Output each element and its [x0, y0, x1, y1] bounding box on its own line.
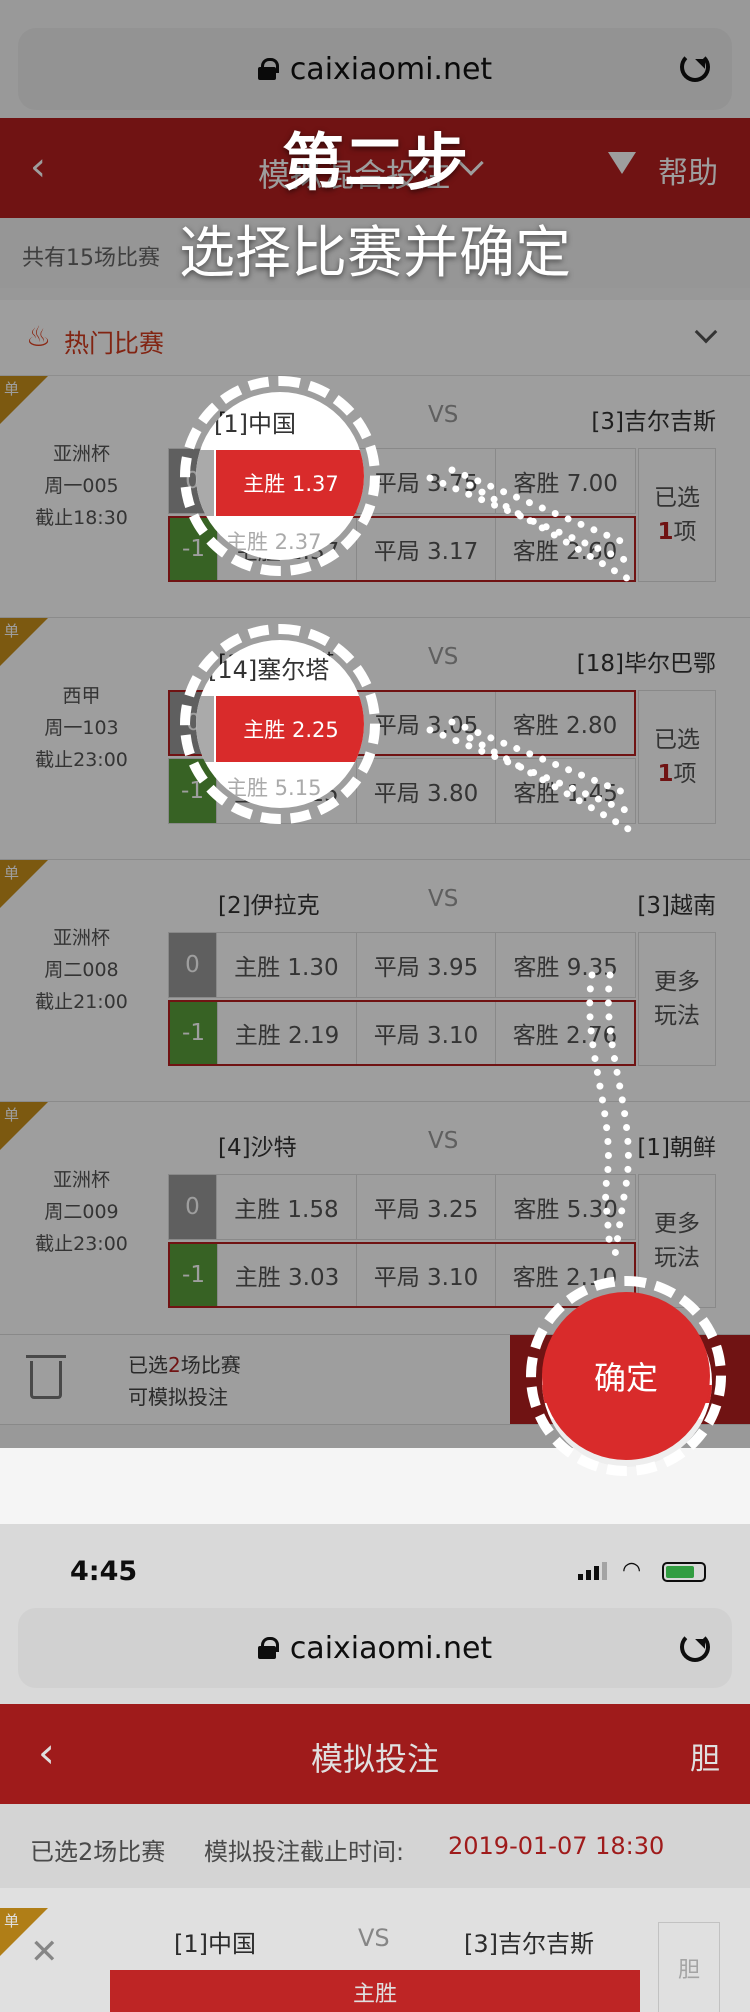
battery-icon: [662, 1562, 706, 1582]
remove-icon[interactable]: ✕: [30, 1932, 59, 1972]
status-time: 4:45: [70, 1556, 138, 1587]
banker-link[interactable]: 胆: [690, 1734, 720, 1778]
confirm-ring: [526, 1276, 726, 1476]
dotted-arrows: [426, 466, 634, 1259]
signal-icon: [578, 1562, 612, 1580]
browser-top: 4:45 ◠ caixiaomi.net: [0, 1524, 750, 1704]
url-text: caixiaomi.net: [289, 1630, 493, 1666]
pick-home[interactable]: 主胜: [110, 1970, 640, 2012]
selected-count-text: 已选2场比赛: [30, 1838, 166, 1866]
deadline-value: 2019-01-07 18:30: [448, 1832, 665, 1860]
url-bar[interactable]: caixiaomi.net: [18, 1608, 732, 1688]
lock-icon: [257, 1637, 279, 1659]
reload-icon[interactable]: [680, 1632, 710, 1662]
away-team: [3]吉尔吉斯: [464, 1930, 594, 1958]
bet-row: 单 ✕ [1]中国 VS [3]吉尔吉斯 主胜 胆: [0, 1888, 750, 2012]
banker-toggle[interactable]: 胆: [658, 1922, 720, 2012]
nav-title: 模拟投注: [310, 1740, 439, 1778]
bottom-screen: 4:45 ◠ caixiaomi.net ‹ 模拟投注 胆 已选2场比赛 模拟投…: [0, 1524, 750, 2012]
home-team: [1]中国: [174, 1930, 256, 1958]
nav-bar: ‹ 模拟投注 胆: [0, 1704, 750, 1804]
deadline-label: 模拟投注截止时间:: [204, 1838, 405, 1866]
info-bar: 已选2场比赛 模拟投注截止时间: 2019-01-07 18:30: [0, 1804, 750, 1888]
vs-label: VS: [358, 1924, 390, 1952]
wifi-icon: ◠: [622, 1558, 642, 1583]
